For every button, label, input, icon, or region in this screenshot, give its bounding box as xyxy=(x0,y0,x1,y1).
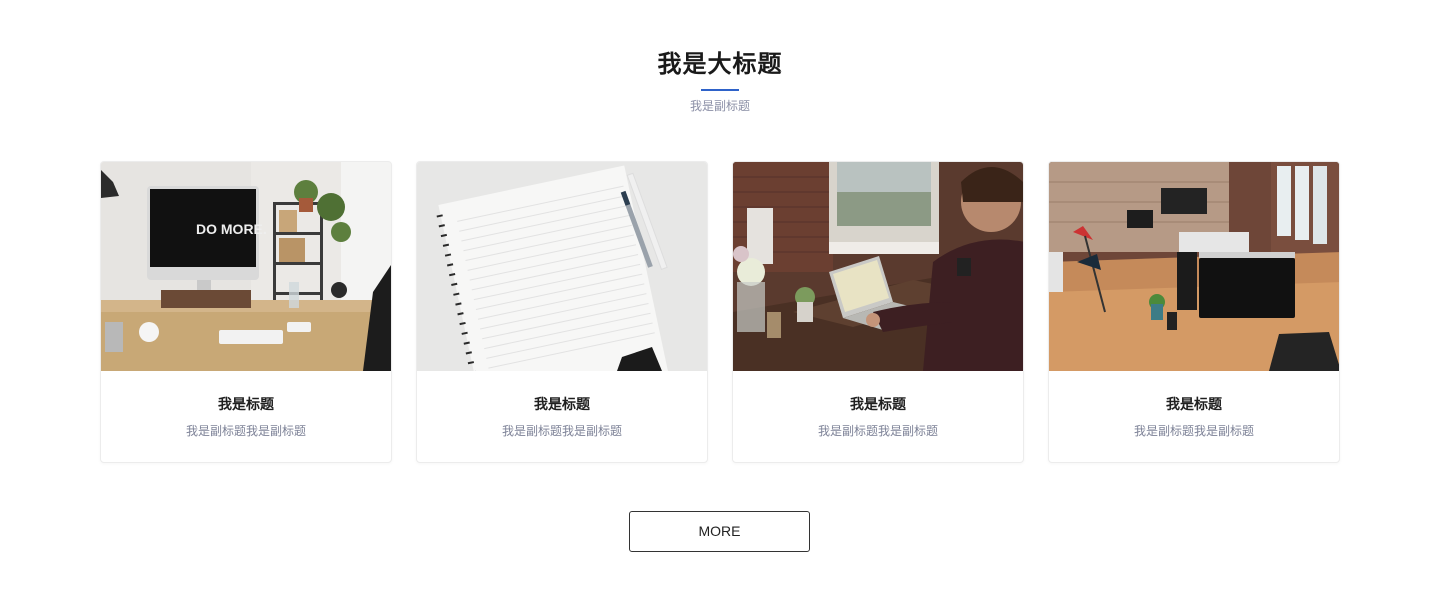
card-subtitle: 我是副标题我是副标题 xyxy=(1133,424,1254,438)
card-subtitle: 我是副标题我是副标题 xyxy=(817,424,938,438)
card-4[interactable]: 我是标题 我是副标题我是副标题 xyxy=(1048,161,1340,463)
card-title: 我是标题 xyxy=(534,397,590,413)
card-3[interactable]: 我是标题 我是副标题我是副标题 xyxy=(732,161,1024,463)
more-button[interactable]: MORE xyxy=(629,511,810,552)
card-title: 我是标题 xyxy=(850,397,906,413)
card-subtitle: 我是副标题我是副标题 xyxy=(501,424,622,438)
card-subtitle: 我是副标题我是副标题 xyxy=(185,424,306,438)
card-1[interactable]: DO MORE. 我是标题 我是副标题我是副标题 xyxy=(100,161,392,463)
card-title: 我是标题 xyxy=(218,397,274,413)
card-image-man-laptop xyxy=(733,162,1023,371)
card-image-desk-imac: DO MORE. xyxy=(101,162,391,371)
card-title: 我是标题 xyxy=(1166,397,1222,413)
title-underline xyxy=(701,89,739,91)
section-subtitle: 我是副标题 xyxy=(689,99,750,113)
do-more-screen-text: DO MORE. xyxy=(196,221,267,237)
card-image-office xyxy=(1049,162,1339,371)
card-2[interactable]: 我是标题 我是副标题我是副标题 xyxy=(416,161,708,463)
section-title: 我是大标题 xyxy=(657,50,783,78)
card-image-notebook xyxy=(417,162,707,371)
